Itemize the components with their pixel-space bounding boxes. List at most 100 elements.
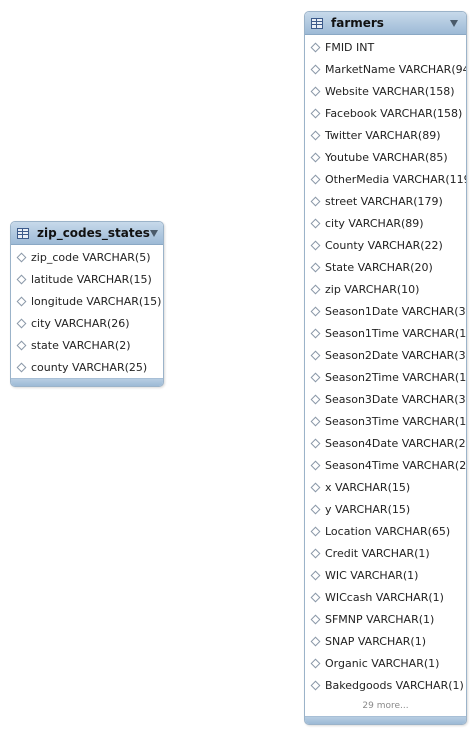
column-label: Season2Date VARCHAR(34) xyxy=(325,348,467,362)
column-diamond-icon xyxy=(310,636,321,646)
column-label: State VARCHAR(20) xyxy=(325,260,433,274)
column-row[interactable]: Season3Date VARCHAR(33) xyxy=(305,388,466,410)
column-diamond-icon xyxy=(310,108,321,118)
column-label: MarketName VARCHAR(94) xyxy=(325,62,467,76)
column-label: Season4Date VARCHAR(24) xyxy=(325,436,467,450)
column-row[interactable]: zip_code VARCHAR(5) xyxy=(11,246,163,268)
column-label: FMID INT xyxy=(325,40,375,54)
column-label: Season3Date VARCHAR(33) xyxy=(325,392,467,406)
column-list: zip_code VARCHAR(5) latitude VARCHAR(15)… xyxy=(11,245,163,378)
column-row[interactable]: OtherMedia VARCHAR(119) xyxy=(305,168,466,190)
column-row[interactable]: Season1Date VARCHAR(38) xyxy=(305,300,466,322)
column-label: city VARCHAR(26) xyxy=(31,316,130,330)
column-diamond-icon xyxy=(16,362,27,372)
column-row[interactable]: city VARCHAR(89) xyxy=(305,212,466,234)
column-label: state VARCHAR(2) xyxy=(31,338,131,352)
more-columns-link[interactable]: 29 more... xyxy=(305,696,466,716)
table-header[interactable]: farmers xyxy=(305,12,466,35)
column-row[interactable]: Youtube VARCHAR(85) xyxy=(305,146,466,168)
column-row[interactable]: x VARCHAR(15) xyxy=(305,476,466,498)
column-diamond-icon xyxy=(310,350,321,360)
column-label: WICcash VARCHAR(1) xyxy=(325,590,444,604)
column-row[interactable]: Season4Date VARCHAR(24) xyxy=(305,432,466,454)
column-diamond-icon xyxy=(310,284,321,294)
column-label: latitude VARCHAR(15) xyxy=(31,272,152,286)
column-label: x VARCHAR(15) xyxy=(325,480,411,494)
column-row[interactable]: WIC VARCHAR(1) xyxy=(305,564,466,586)
column-diamond-icon xyxy=(310,394,321,404)
column-diamond-icon xyxy=(310,64,321,74)
column-label: county VARCHAR(25) xyxy=(31,360,148,374)
column-row[interactable]: County VARCHAR(22) xyxy=(305,234,466,256)
column-row[interactable]: city VARCHAR(26) xyxy=(11,312,163,334)
column-row[interactable]: State VARCHAR(20) xyxy=(305,256,466,278)
column-label: y VARCHAR(15) xyxy=(325,502,411,516)
column-row[interactable]: Credit VARCHAR(1) xyxy=(305,542,466,564)
column-diamond-icon xyxy=(310,196,321,206)
column-label: zip VARCHAR(10) xyxy=(325,282,420,296)
column-diamond-icon xyxy=(16,340,27,350)
column-diamond-icon xyxy=(310,614,321,624)
column-row[interactable]: Facebook VARCHAR(158) xyxy=(305,102,466,124)
column-row[interactable]: WICcash VARCHAR(1) xyxy=(305,586,466,608)
column-row[interactable]: zip VARCHAR(10) xyxy=(305,278,466,300)
column-row[interactable]: SFMNP VARCHAR(1) xyxy=(305,608,466,630)
column-label: Season1Time VARCHAR(161) xyxy=(325,326,467,340)
column-row[interactable]: Bakedgoods VARCHAR(1) xyxy=(305,674,466,696)
column-label: Season4Time VARCHAR(22) xyxy=(325,458,467,472)
column-row[interactable]: latitude VARCHAR(15) xyxy=(11,268,163,290)
table-icon xyxy=(17,227,29,239)
column-diamond-icon xyxy=(310,174,321,184)
column-row[interactable]: state VARCHAR(2) xyxy=(11,334,163,356)
column-diamond-icon xyxy=(310,86,321,96)
column-row[interactable]: county VARCHAR(25) xyxy=(11,356,163,378)
column-row[interactable]: SNAP VARCHAR(1) xyxy=(305,630,466,652)
column-diamond-icon xyxy=(310,680,321,690)
column-diamond-icon xyxy=(310,548,321,558)
column-label: Website VARCHAR(158) xyxy=(325,84,455,98)
column-row[interactable]: MarketName VARCHAR(94) xyxy=(305,58,466,80)
table-zip-codes-states[interactable]: zip_codes_states zip_code VARCHAR(5) lat… xyxy=(10,221,164,387)
table-farmers[interactable]: farmers FMID INT MarketName VARCHAR(94) … xyxy=(304,11,467,725)
table-header[interactable]: zip_codes_states xyxy=(11,222,163,245)
column-diamond-icon xyxy=(310,262,321,272)
column-row[interactable]: FMID INT xyxy=(305,36,466,58)
table-title: zip_codes_states xyxy=(37,226,150,240)
column-label: Twitter VARCHAR(89) xyxy=(325,128,441,142)
column-diamond-icon xyxy=(310,438,321,448)
table-icon xyxy=(311,17,323,29)
column-label: Youtube VARCHAR(85) xyxy=(325,150,448,164)
column-label: WIC VARCHAR(1) xyxy=(325,568,419,582)
column-row[interactable]: Season2Time VARCHAR(154) xyxy=(305,366,466,388)
column-row[interactable]: Location VARCHAR(65) xyxy=(305,520,466,542)
column-row[interactable]: longitude VARCHAR(15) xyxy=(11,290,163,312)
column-label: Facebook VARCHAR(158) xyxy=(325,106,463,120)
column-diamond-icon xyxy=(310,306,321,316)
column-row[interactable]: Season4Time VARCHAR(22) xyxy=(305,454,466,476)
column-diamond-icon xyxy=(310,218,321,228)
column-row[interactable]: y VARCHAR(15) xyxy=(305,498,466,520)
column-row[interactable]: Season3Time VARCHAR(126) xyxy=(305,410,466,432)
column-diamond-icon xyxy=(310,130,321,140)
column-label: street VARCHAR(179) xyxy=(325,194,443,208)
column-row[interactable]: street VARCHAR(179) xyxy=(305,190,466,212)
column-diamond-icon xyxy=(310,240,321,250)
column-label: Credit VARCHAR(1) xyxy=(325,546,430,560)
collapse-arrow-icon[interactable] xyxy=(149,229,158,237)
column-diamond-icon xyxy=(310,482,321,492)
collapse-arrow-icon[interactable] xyxy=(450,19,458,27)
column-diamond-icon xyxy=(310,526,321,536)
column-label: Location VARCHAR(65) xyxy=(325,524,451,538)
column-row[interactable]: Organic VARCHAR(1) xyxy=(305,652,466,674)
column-label: zip_code VARCHAR(5) xyxy=(31,250,151,264)
column-label: Bakedgoods VARCHAR(1) xyxy=(325,678,464,692)
column-row[interactable]: Twitter VARCHAR(89) xyxy=(305,124,466,146)
column-diamond-icon xyxy=(310,504,321,514)
table-footer xyxy=(11,378,163,386)
column-row[interactable]: Website VARCHAR(158) xyxy=(305,80,466,102)
column-label: County VARCHAR(22) xyxy=(325,238,443,252)
column-row[interactable]: Season1Time VARCHAR(161) xyxy=(305,322,466,344)
column-row[interactable]: Season2Date VARCHAR(34) xyxy=(305,344,466,366)
column-diamond-icon xyxy=(16,252,27,262)
column-label: OtherMedia VARCHAR(119) xyxy=(325,172,467,186)
